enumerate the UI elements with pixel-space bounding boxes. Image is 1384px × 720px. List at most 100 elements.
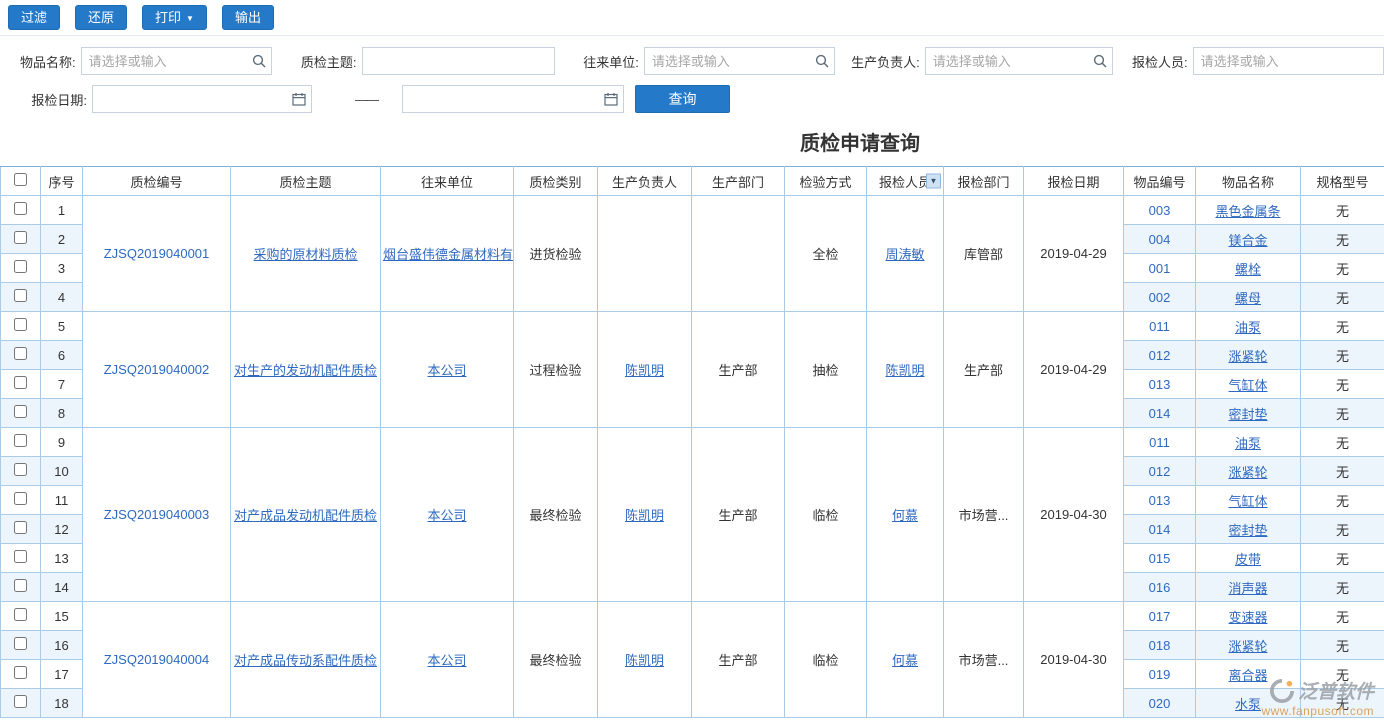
item-no-link[interactable]: 013	[1149, 377, 1171, 392]
item-no-link[interactable]: 011	[1149, 319, 1170, 334]
row-checkbox[interactable]	[14, 579, 27, 592]
item-name-link[interactable]: 涨紧轮	[1228, 639, 1267, 654]
search-icon[interactable]	[815, 54, 829, 68]
row-checkbox[interactable]	[14, 289, 27, 302]
qc-number-link[interactable]: ZJSQ2019040004	[104, 652, 210, 667]
item-no-link[interactable]: 018	[1149, 638, 1171, 653]
item-no-link[interactable]: 004	[1149, 232, 1171, 247]
inspector-input[interactable]	[1193, 47, 1384, 75]
column-header[interactable]: 报检日期	[1024, 167, 1124, 196]
item-no-link[interactable]: 014	[1149, 406, 1171, 421]
item-no-link[interactable]: 012	[1149, 348, 1171, 363]
row-checkbox[interactable]	[14, 405, 27, 418]
subject-input[interactable]	[362, 47, 555, 75]
row-checkbox[interactable]	[14, 666, 27, 679]
item-name-link[interactable]: 气缸体	[1228, 494, 1267, 509]
column-header[interactable]: 物品编号	[1124, 167, 1196, 196]
column-header[interactable]: 往来单位	[381, 167, 514, 196]
column-header[interactable]: 生产部门	[692, 167, 785, 196]
search-button[interactable]: 查询	[635, 85, 730, 113]
date-from-input[interactable]	[92, 85, 312, 113]
item-no-link[interactable]: 012	[1149, 464, 1171, 479]
item-name-link[interactable]: 皮带	[1235, 552, 1261, 567]
column-header[interactable]: 物品名称	[1196, 167, 1301, 196]
item-no-link[interactable]: 014	[1149, 522, 1171, 537]
row-checkbox[interactable]	[14, 637, 27, 650]
item-no-link[interactable]: 001	[1149, 261, 1171, 276]
partner-input[interactable]	[644, 47, 835, 75]
qc-number-link[interactable]: ZJSQ2019040003	[104, 507, 210, 522]
column-header[interactable]: 规格型号	[1301, 167, 1384, 196]
subject-link[interactable]: 对生产的发动机配件质检	[234, 363, 377, 378]
column-header[interactable]: 检验方式	[785, 167, 867, 196]
item-no-link[interactable]: 017	[1149, 609, 1171, 624]
item-no-link[interactable]: 003	[1149, 203, 1171, 218]
inspector-link[interactable]: 周涛敏	[885, 247, 924, 262]
search-icon[interactable]	[1093, 54, 1107, 68]
column-header[interactable]: 质检编号	[83, 167, 231, 196]
partner-link[interactable]: 烟台盛伟德金属材料有	[383, 247, 513, 262]
column-header[interactable]: 质检类别	[514, 167, 598, 196]
item-name-link[interactable]: 螺栓	[1235, 262, 1261, 277]
row-checkbox[interactable]	[14, 376, 27, 389]
row-checkbox[interactable]	[14, 608, 27, 621]
item-no-link[interactable]: 020	[1149, 696, 1171, 711]
qc-number-link[interactable]: ZJSQ2019040002	[104, 362, 210, 377]
subject-link[interactable]: 对产成品传动系配件质检	[234, 653, 377, 668]
date-to-input[interactable]	[402, 85, 624, 113]
filter-button[interactable]: 过滤	[8, 5, 60, 31]
calendar-icon[interactable]	[292, 92, 306, 106]
column-header[interactable]: 序号	[41, 167, 83, 196]
production-manager-link[interactable]: 陈凯明	[625, 363, 664, 378]
row-checkbox[interactable]	[14, 434, 27, 447]
qc-number-link[interactable]: ZJSQ2019040001	[104, 246, 210, 261]
item-name-link[interactable]: 涨紧轮	[1228, 349, 1267, 364]
row-checkbox[interactable]	[14, 492, 27, 505]
subject-link[interactable]: 对产成品发动机配件质检	[234, 508, 377, 523]
item-no-link[interactable]: 013	[1149, 493, 1171, 508]
print-button[interactable]: 打印▼	[142, 5, 207, 31]
item-name-link[interactable]: 涨紧轮	[1228, 465, 1267, 480]
column-header[interactable]: 质检主题	[231, 167, 381, 196]
row-checkbox[interactable]	[14, 231, 27, 244]
row-checkbox[interactable]	[14, 521, 27, 534]
item-name-link[interactable]: 密封垫	[1228, 523, 1267, 538]
row-checkbox[interactable]	[14, 695, 27, 708]
row-checkbox[interactable]	[14, 202, 27, 215]
item-name-link[interactable]: 油泵	[1235, 320, 1261, 335]
partner-link[interactable]: 本公司	[427, 363, 466, 378]
row-checkbox[interactable]	[14, 260, 27, 273]
calendar-icon[interactable]	[604, 92, 618, 106]
column-header[interactable]: 生产负责人	[598, 167, 692, 196]
inspector-link[interactable]: 何慕	[892, 653, 918, 668]
production-manager-link[interactable]: 陈凯明	[625, 508, 664, 523]
item-no-link[interactable]: 015	[1149, 551, 1171, 566]
production-manager-input[interactable]	[925, 47, 1114, 75]
item-name-link[interactable]: 油泵	[1235, 436, 1261, 451]
partner-link[interactable]: 本公司	[427, 653, 466, 668]
item-no-link[interactable]: 019	[1149, 667, 1171, 682]
row-checkbox[interactable]	[14, 318, 27, 331]
row-checkbox[interactable]	[14, 550, 27, 563]
item-name-link[interactable]: 离合器	[1228, 668, 1267, 683]
export-button[interactable]: 输出	[222, 5, 274, 31]
item-name-link[interactable]: 水泵	[1235, 697, 1261, 712]
row-checkbox[interactable]	[14, 463, 27, 476]
subject-link[interactable]: 采购的原材料质检	[253, 247, 357, 262]
inspector-link[interactable]: 陈凯明	[885, 363, 924, 378]
item-name-link[interactable]: 变速器	[1228, 610, 1267, 625]
item-no-link[interactable]: 016	[1149, 580, 1171, 595]
item-name-link[interactable]: 镁合金	[1228, 233, 1267, 248]
item-name-link[interactable]: 黑色金属条	[1215, 204, 1280, 219]
inspector-link[interactable]: 何慕	[892, 508, 918, 523]
item-no-link[interactable]: 011	[1149, 435, 1170, 450]
restore-button[interactable]: 还原	[75, 5, 127, 31]
item-name-input[interactable]	[81, 47, 272, 75]
column-filter-button[interactable]: ▼	[926, 174, 941, 189]
item-name-link[interactable]: 消声器	[1228, 581, 1267, 596]
item-no-link[interactable]: 002	[1149, 290, 1171, 305]
item-name-link[interactable]: 密封垫	[1228, 407, 1267, 422]
partner-link[interactable]: 本公司	[427, 508, 466, 523]
select-all-checkbox[interactable]	[14, 173, 27, 186]
item-name-link[interactable]: 螺母	[1235, 291, 1261, 306]
